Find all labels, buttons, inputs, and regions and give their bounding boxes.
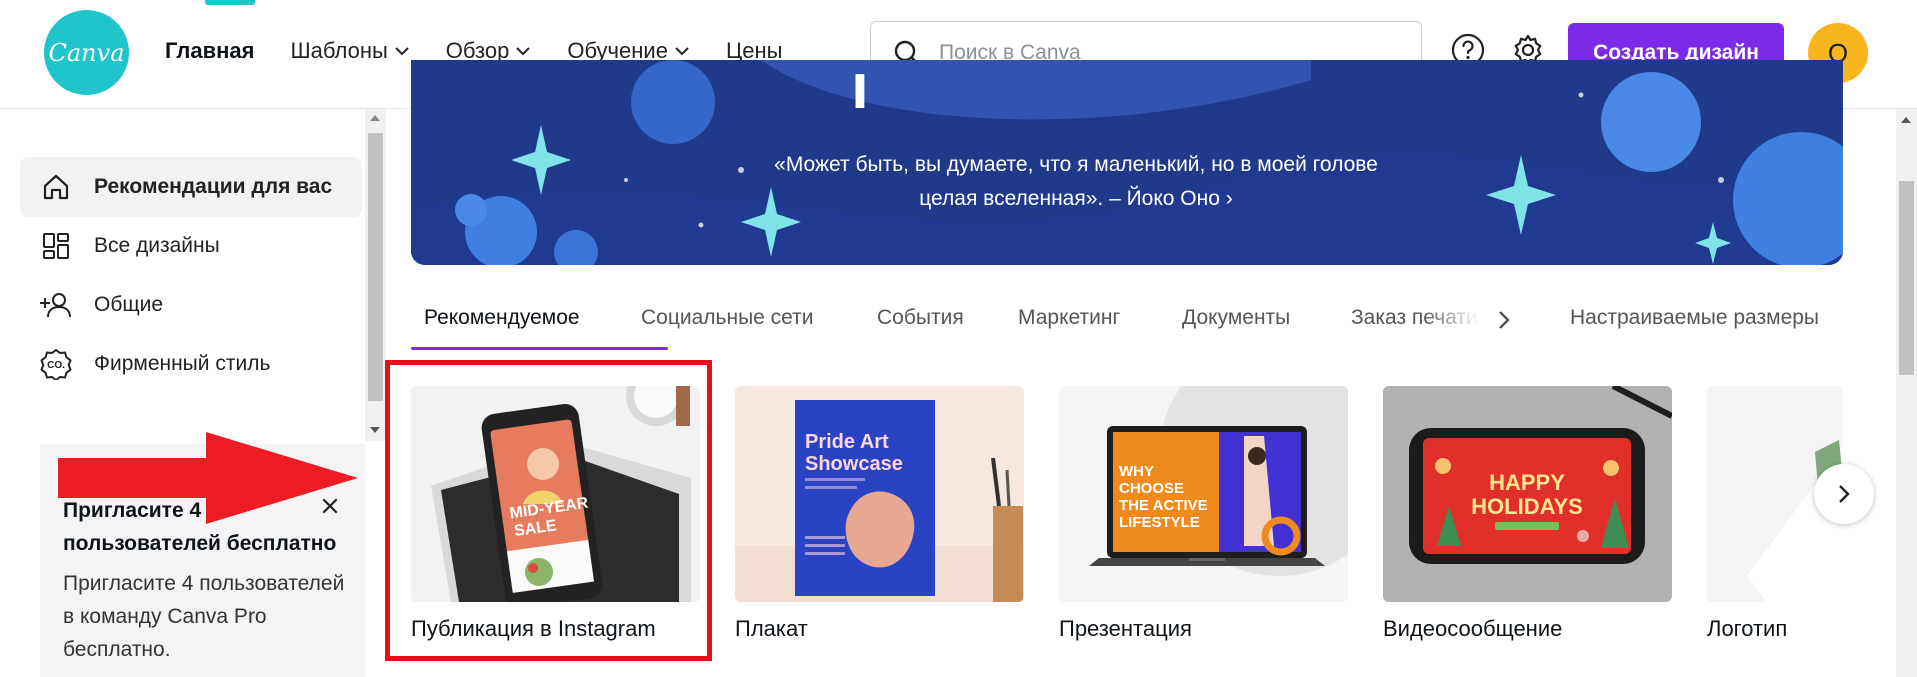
svg-text:HAPPY: HAPPY xyxy=(1489,470,1565,495)
sidebar-item-recommended[interactable]: Рекомендации для вас xyxy=(20,157,362,217)
carousel-next-button[interactable] xyxy=(1814,464,1874,524)
svg-text:WHY: WHY xyxy=(1119,463,1154,480)
nav-home[interactable]: Главная xyxy=(165,38,254,64)
scroll-up-icon[interactable] xyxy=(1901,117,1911,123)
sidebar: Рекомендации для вас Все дизайны Общие C… xyxy=(0,109,365,441)
sidebar-item-shared[interactable]: Общие xyxy=(20,275,362,335)
sidebar-item-all-designs[interactable]: Все дизайны xyxy=(20,216,362,276)
logo-text: Canva xyxy=(48,38,125,67)
sidebar-item-label: Рекомендации для вас xyxy=(94,175,333,198)
sidebar-item-label: Все дизайны xyxy=(94,234,220,257)
grid-icon xyxy=(38,228,74,264)
card-label: Видеосообщение xyxy=(1383,616,1563,641)
red-arrow-annotation xyxy=(58,432,358,524)
category-tabs: Рекомендуемое Социальные сети События Ма… xyxy=(411,300,1843,350)
people-icon xyxy=(38,287,74,323)
highlight-box-annotation xyxy=(385,360,712,661)
card-video-message[interactable]: HAPPY HOLIDAYS Видеосообщение xyxy=(1383,386,1672,641)
svg-text:LIFESTYLE: LIFESTYLE xyxy=(1119,514,1200,531)
tab-events[interactable]: События xyxy=(877,306,964,330)
card-thumbnail: WHY CHOOSE THE ACTIVE LIFESTYLE xyxy=(1059,386,1348,602)
svg-text:CHOOSE: CHOOSE xyxy=(1119,480,1184,497)
tab-custom-sizes[interactable]: Настраиваемые размеры xyxy=(1570,306,1819,330)
invite-text: Пригласите 4 пользователей в команду Can… xyxy=(63,572,345,661)
tab-social[interactable]: Социальные сети xyxy=(641,306,814,330)
sidebar-scroll-thumb[interactable] xyxy=(368,133,383,401)
card-label: Презентация xyxy=(1059,616,1192,641)
tab-fade xyxy=(1423,300,1503,340)
card-label: Логотип xyxy=(1707,616,1788,641)
card-thumbnail: HAPPY HOLIDAYS xyxy=(1383,386,1672,602)
canva-logo[interactable]: Canva xyxy=(44,10,129,95)
svg-text:THE ACTIVE: THE ACTIVE xyxy=(1119,497,1208,514)
chevron-right-icon[interactable] xyxy=(1497,310,1511,330)
tab-documents[interactable]: Документы xyxy=(1182,306,1290,330)
sidebar-scrollbar[interactable] xyxy=(365,109,386,441)
nav-templates-label: Шаблоны xyxy=(290,38,388,63)
home-icon xyxy=(38,169,74,205)
top-accent-bar xyxy=(205,0,255,5)
quote-line-1: «Может быть, вы думаете, что я маленький… xyxy=(774,153,1378,176)
main-scrollbar[interactable] xyxy=(1896,109,1917,677)
tab-marketing[interactable]: Маркетинг xyxy=(1018,306,1120,330)
nav-templates[interactable]: Шаблоны xyxy=(290,38,409,64)
sidebar-item-label: Фирменный стиль xyxy=(94,352,271,375)
chevron-right-icon xyxy=(1839,485,1850,503)
scroll-up-icon[interactable] xyxy=(370,115,380,121)
sidebar-item-label: Общие xyxy=(94,293,164,316)
sidebar-item-brand[interactable]: CO. Фирменный стиль xyxy=(20,334,362,394)
card-poster[interactable]: Pride Art Showcase Плакат xyxy=(735,386,1024,641)
card-label: Плакат xyxy=(735,616,808,641)
tab-active-underline xyxy=(411,347,668,350)
svg-text:Pride Art: Pride Art xyxy=(805,431,889,453)
brand-icon: CO. xyxy=(38,346,74,382)
card-presentation[interactable]: WHY CHOOSE THE ACTIVE LIFESTYLE Презента… xyxy=(1059,386,1348,641)
card-logo[interactable]: Логотип xyxy=(1707,386,1843,646)
scroll-down-icon[interactable] xyxy=(370,427,380,433)
svg-text:ı: ı xyxy=(851,60,869,122)
svg-text:Showcase: Showcase xyxy=(805,453,903,475)
banner-quote[interactable]: «Может быть, вы думаете, что я маленький… xyxy=(411,148,1741,216)
svg-text:HOLIDAYS: HOLIDAYS xyxy=(1471,494,1583,519)
chevron-down-icon xyxy=(516,47,531,56)
card-thumbnail: Pride Art Showcase xyxy=(735,386,1024,602)
chevron-down-icon xyxy=(675,47,689,56)
main-scroll-thumb[interactable] xyxy=(1899,181,1914,375)
svg-text:CO.: CO. xyxy=(47,360,65,371)
quote-line-2: целая вселенная». – Йоко Оно › xyxy=(919,187,1233,210)
chevron-down-icon xyxy=(395,47,409,56)
hero-banner[interactable]: ı «Может быть, вы думаете, что я маленьк… xyxy=(411,60,1843,265)
tab-recommended[interactable]: Рекомендуемое xyxy=(424,306,580,330)
nav-home-label: Главная xyxy=(165,38,255,63)
